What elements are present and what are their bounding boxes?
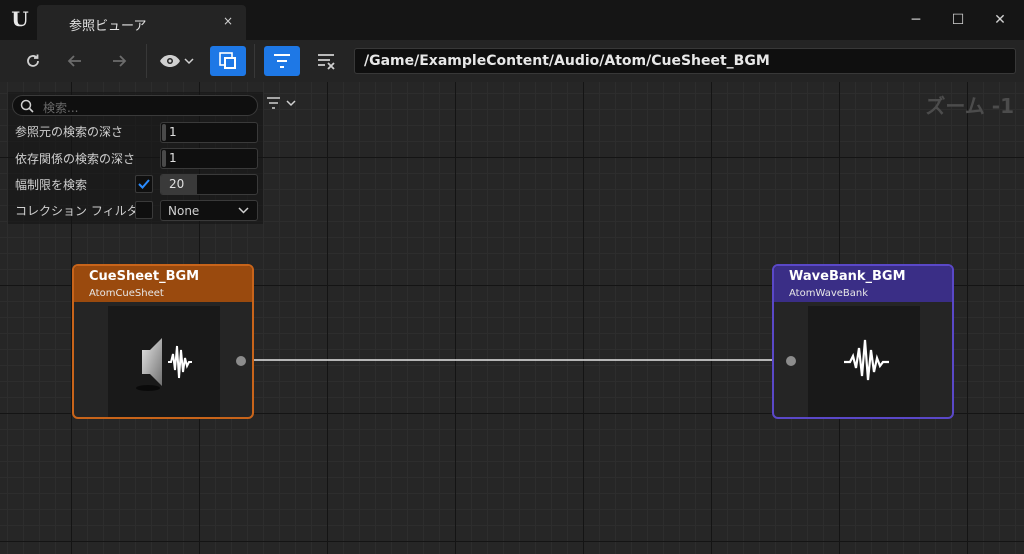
close-tab-icon[interactable]: × xyxy=(223,14,233,28)
filter-icon xyxy=(274,54,290,68)
node-title: WaveBank_BGM xyxy=(789,269,906,284)
toolbar-separator xyxy=(146,44,147,78)
tab-reference-viewer[interactable]: 参照ビューア × xyxy=(37,5,246,40)
tab-title: 参照ビューア xyxy=(69,19,147,34)
dependency-depth-value: 1 xyxy=(169,151,177,165)
refresh-button[interactable] xyxy=(20,46,46,76)
input-pin[interactable] xyxy=(786,356,796,366)
eye-icon xyxy=(159,55,180,67)
node-header: CueSheet_BGM AtomCueSheet xyxy=(74,266,252,302)
chevron-down-icon xyxy=(183,58,194,65)
filter-options-dropdown[interactable] xyxy=(266,95,300,111)
collection-filter-checkbox[interactable] xyxy=(135,201,153,219)
collection-filter-label: コレクション フィルタ xyxy=(15,204,139,218)
dependency-depth-label: 依存関係の検索の深さ xyxy=(15,152,136,166)
node-header: WaveBank_BGM AtomWaveBank xyxy=(774,266,952,302)
asset-node-wavebank[interactable]: WaveBank_BGM AtomWaveBank xyxy=(772,264,954,419)
title-bar: U 参照ビューア × ─ ☐ ✕ xyxy=(0,0,1024,40)
asset-path-field[interactable]: /Game/ExampleContent/Audio/Atom/CueSheet… xyxy=(354,48,1016,74)
arrow-left-icon xyxy=(67,55,81,67)
filter-icon xyxy=(267,97,280,109)
checkmark-icon xyxy=(138,179,150,189)
referencer-depth-input[interactable]: 1 xyxy=(160,122,258,143)
referencer-depth-label: 参照元の検索の深さ xyxy=(15,125,124,139)
drag-grip xyxy=(162,124,166,141)
filter-settings-button[interactable] xyxy=(312,46,342,76)
output-pin[interactable] xyxy=(236,356,246,366)
close-window-button[interactable]: ✕ xyxy=(990,10,1010,30)
waveform-icon xyxy=(844,339,889,381)
view-options-dropdown[interactable] xyxy=(156,46,196,76)
search-icon xyxy=(20,99,34,113)
copy-icon xyxy=(219,52,236,69)
forward-button[interactable] xyxy=(106,46,132,76)
node-asset-type: AtomCueSheet xyxy=(89,288,164,299)
reference-viewer-window: U 参照ビューア × ─ ☐ ✕ /Game/ExampleContent/Au… xyxy=(0,0,1024,554)
search-placeholder: 検索... xyxy=(43,101,79,115)
collection-filter-select[interactable]: None xyxy=(160,200,258,221)
toolbar-separator xyxy=(254,44,255,78)
breadth-limit-label: 幅制限を検索 xyxy=(15,178,88,192)
chevron-down-icon xyxy=(286,100,296,107)
node-asset-type: AtomWaveBank xyxy=(789,288,869,299)
referencer-depth-value: 1 xyxy=(169,125,177,139)
minimize-button[interactable]: ─ xyxy=(906,10,926,30)
dependency-depth-input[interactable]: 1 xyxy=(160,148,258,169)
node-thumbnail xyxy=(108,306,220,417)
breadth-limit-checkbox[interactable] xyxy=(135,175,153,193)
maximize-button[interactable]: ☐ xyxy=(948,10,968,30)
node-title: CueSheet_BGM xyxy=(89,269,200,284)
chevron-down-icon xyxy=(238,207,249,214)
refresh-icon xyxy=(27,54,39,67)
filter-toggle[interactable] xyxy=(264,46,300,76)
node-thumbnail xyxy=(808,306,920,417)
asset-node-cuesheet[interactable]: CueSheet_BGM AtomCueSheet xyxy=(72,264,254,419)
show-duplicates-toggle[interactable] xyxy=(210,46,246,76)
unreal-logo-icon[interactable]: U xyxy=(8,6,32,32)
breadth-limit-value: 20 xyxy=(169,177,185,191)
collection-filter-value: None xyxy=(168,204,200,218)
toolbar: /Game/ExampleContent/Audio/Atom/CueSheet… xyxy=(0,40,1024,82)
breadth-limit-input[interactable]: 20 xyxy=(160,174,258,195)
back-button[interactable] xyxy=(62,46,88,76)
drag-grip xyxy=(162,150,166,167)
search-input[interactable]: 検索... xyxy=(12,95,258,116)
filter-settings-icon xyxy=(318,54,335,70)
arrow-right-icon xyxy=(113,55,127,67)
speaker-waveform-icon xyxy=(136,338,192,391)
